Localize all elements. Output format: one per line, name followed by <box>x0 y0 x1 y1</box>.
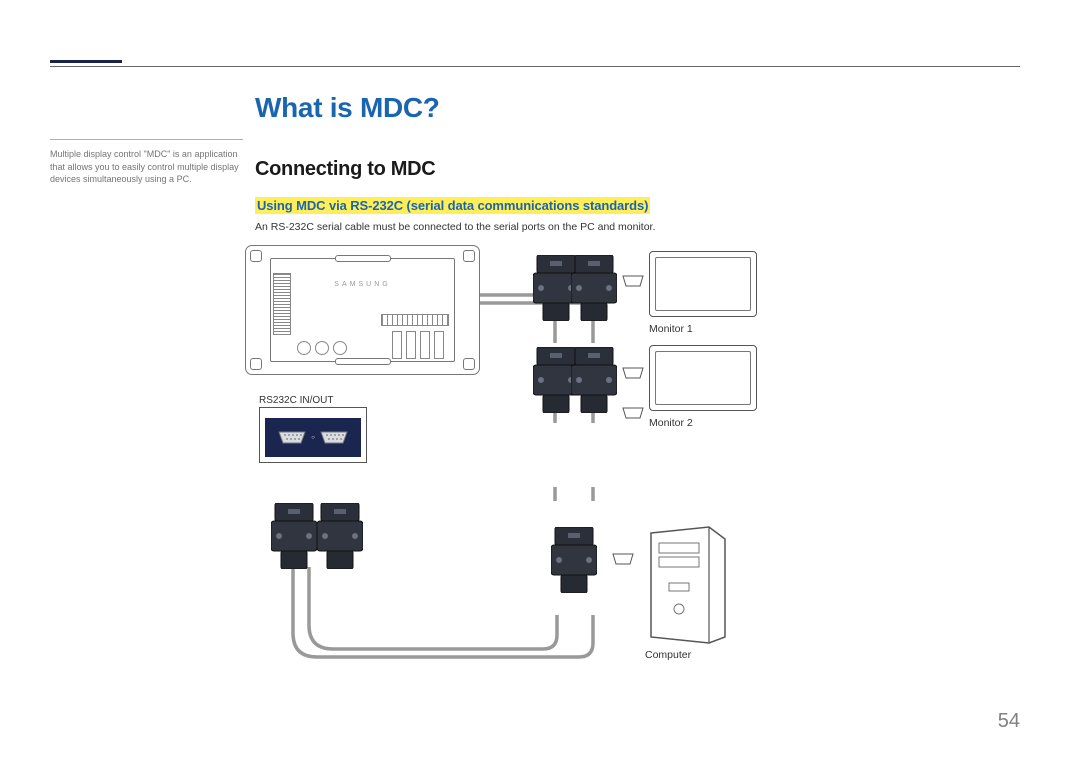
db9-port-icon <box>277 430 307 445</box>
panel-handle-icon <box>335 358 391 365</box>
page-number: 54 <box>998 710 1020 733</box>
manual-page: Multiple display control "MDC" is an app… <box>0 0 1080 763</box>
monitor-1-icon <box>649 251 757 317</box>
serial-connector-icon <box>271 503 317 569</box>
terminal-icon <box>297 341 311 355</box>
sidebar: Multiple display control "MDC" is an app… <box>50 92 255 665</box>
highlight-text: Using MDC via RS-232C (serial data commu… <box>255 197 650 214</box>
header-divider <box>50 66 1020 67</box>
closeup-rs232-ports: ○ <box>259 407 367 463</box>
panel-inner-plate: SAMSUNG <box>270 258 455 362</box>
serial-connector-icon <box>317 503 363 569</box>
vent-grill-icon <box>273 273 291 335</box>
port-bank-icon <box>381 314 449 326</box>
monitor-1-label: Monitor 1 <box>649 323 693 335</box>
content-row: Multiple display control "MDC" is an app… <box>50 92 1020 665</box>
computer-tower-icon <box>643 525 731 645</box>
down-port-row <box>392 331 444 359</box>
db9-port-icon <box>319 430 349 445</box>
closeup-port-panel: ○ <box>265 418 361 457</box>
panel-handle-icon <box>335 255 391 262</box>
db9-port-icon <box>621 275 645 287</box>
serial-connector-icon <box>551 527 597 593</box>
section-title: Connecting to MDC <box>255 158 1020 181</box>
body-text: An RS-232C serial cable must be connecte… <box>255 221 1020 233</box>
db9-port-icon <box>621 407 645 419</box>
mount-hole-icon <box>250 250 262 262</box>
port-icon <box>392 331 402 359</box>
port-icon <box>406 331 416 359</box>
serial-connector-icon <box>571 347 617 413</box>
highlight-heading: Using MDC via RS-232C (serial data commu… <box>255 197 1020 215</box>
closeup-port-label: RS232C IN/OUT <box>259 395 333 406</box>
port-dot-icon: ○ <box>311 435 315 441</box>
panel-brand-label: SAMSUNG <box>334 281 390 288</box>
db9-port-icon <box>621 367 645 379</box>
db9-port-icon <box>611 553 635 565</box>
terminal-icon <box>315 341 329 355</box>
monitor-2-icon <box>649 345 757 411</box>
display-back-panel: SAMSUNG <box>245 245 480 375</box>
header-accent-bar <box>50 60 122 63</box>
computer-label: Computer <box>645 649 691 661</box>
mount-hole-icon <box>463 358 475 370</box>
terminal-row <box>297 341 347 355</box>
side-note-text: Multiple display control "MDC" is an app… <box>50 139 243 186</box>
mount-hole-icon <box>250 358 262 370</box>
page-title: What is MDC? <box>255 92 1020 124</box>
main-column: What is MDC? Connecting to MDC Using MDC… <box>255 92 1020 665</box>
mount-hole-icon <box>463 250 475 262</box>
terminal-icon <box>333 341 347 355</box>
port-icon <box>434 331 444 359</box>
monitor-2-label: Monitor 2 <box>649 417 693 429</box>
port-icon <box>420 331 430 359</box>
connection-diagram: SAMSUNG <box>255 245 1015 665</box>
serial-connector-icon <box>571 255 617 321</box>
header-rule <box>50 60 1020 67</box>
